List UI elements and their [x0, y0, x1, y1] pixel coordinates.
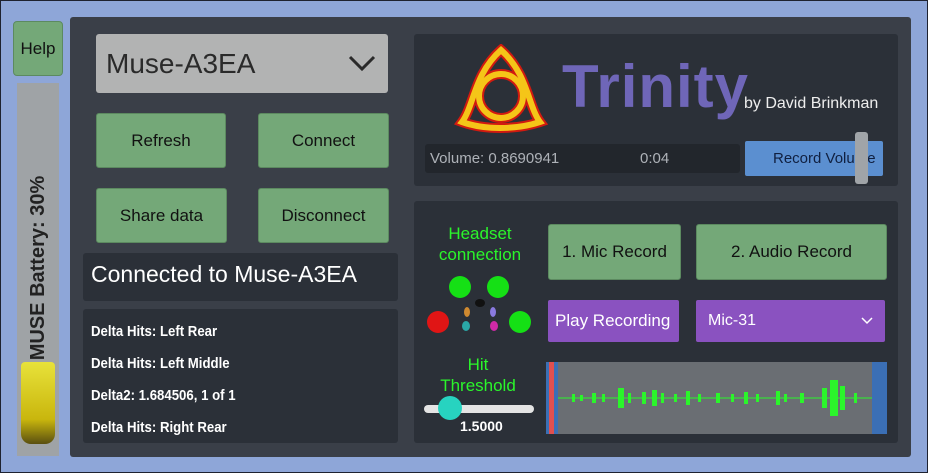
status-box: Connected to Muse-A3EA	[83, 253, 398, 301]
triquetra-logo	[454, 44, 549, 133]
disconnect-button[interactable]: Disconnect	[258, 188, 389, 243]
record-volume-handle[interactable]	[855, 132, 868, 184]
waveform-graph	[546, 362, 887, 434]
mic-select-dropdown[interactable]: Mic-31	[696, 300, 885, 342]
connect-button[interactable]: Connect	[258, 113, 389, 168]
log-line: Delta2: 1.684506, 1 of 1	[91, 387, 236, 404]
sensor-left-rear	[427, 311, 449, 333]
volume-text: Volume: 0.8690941	[430, 150, 560, 167]
volume-readout: Volume: 0.8690941 0:04	[425, 144, 740, 173]
log-panel: Delta Hits: Left Rear Delta Hits: Left M…	[83, 309, 398, 443]
mic-record-button[interactable]: 1. Mic Record	[548, 224, 681, 280]
waveform-display[interactable]	[546, 362, 887, 434]
chevron-down-icon	[861, 317, 873, 325]
sensor-right-rear	[509, 311, 531, 333]
chevron-down-icon	[348, 55, 376, 72]
play-recording-button[interactable]: Play Recording	[548, 300, 679, 342]
sensor-left-front	[449, 276, 471, 298]
sensor-right-front	[487, 276, 509, 298]
byline: by David Brinkman	[744, 95, 879, 112]
threshold-slider-knob[interactable]	[438, 396, 462, 420]
mic-select-value: Mic-31	[708, 312, 757, 329]
log-line: Delta Hits: Left Middle	[91, 355, 230, 372]
help-button[interactable]: Help	[13, 21, 63, 76]
log-line: Delta Hits: Right Rear	[91, 419, 227, 436]
headset-icon	[462, 299, 498, 331]
audio-record-button[interactable]: 2. Audio Record	[696, 224, 887, 280]
refresh-button[interactable]: Refresh	[96, 113, 226, 168]
recording-panel: Headset connection 1. Mic Record 2. Audi…	[414, 201, 898, 443]
timer-text: 0:04	[640, 150, 670, 167]
headset-connection-label: Headset connection	[438, 224, 522, 264]
battery-label: MUSE Battery: 30%	[27, 175, 49, 361]
header-panel: Trinity by David Brinkman Volume: 0.8690…	[414, 34, 898, 186]
hit-threshold-label: Hit Threshold	[440, 355, 516, 395]
app-title: Trinity	[562, 53, 750, 120]
connection-status: Connected to Muse-A3EA	[91, 261, 357, 287]
log-line: Delta Hits: Left Rear	[91, 323, 218, 340]
battery-meter: MUSE Battery: 30%	[17, 83, 59, 456]
device-dropdown[interactable]: Muse-A3EA	[96, 34, 388, 93]
threshold-value: 1.5000	[460, 418, 503, 434]
share-data-button[interactable]: Share data	[96, 188, 227, 243]
device-dropdown-value: Muse-A3EA	[106, 47, 256, 79]
